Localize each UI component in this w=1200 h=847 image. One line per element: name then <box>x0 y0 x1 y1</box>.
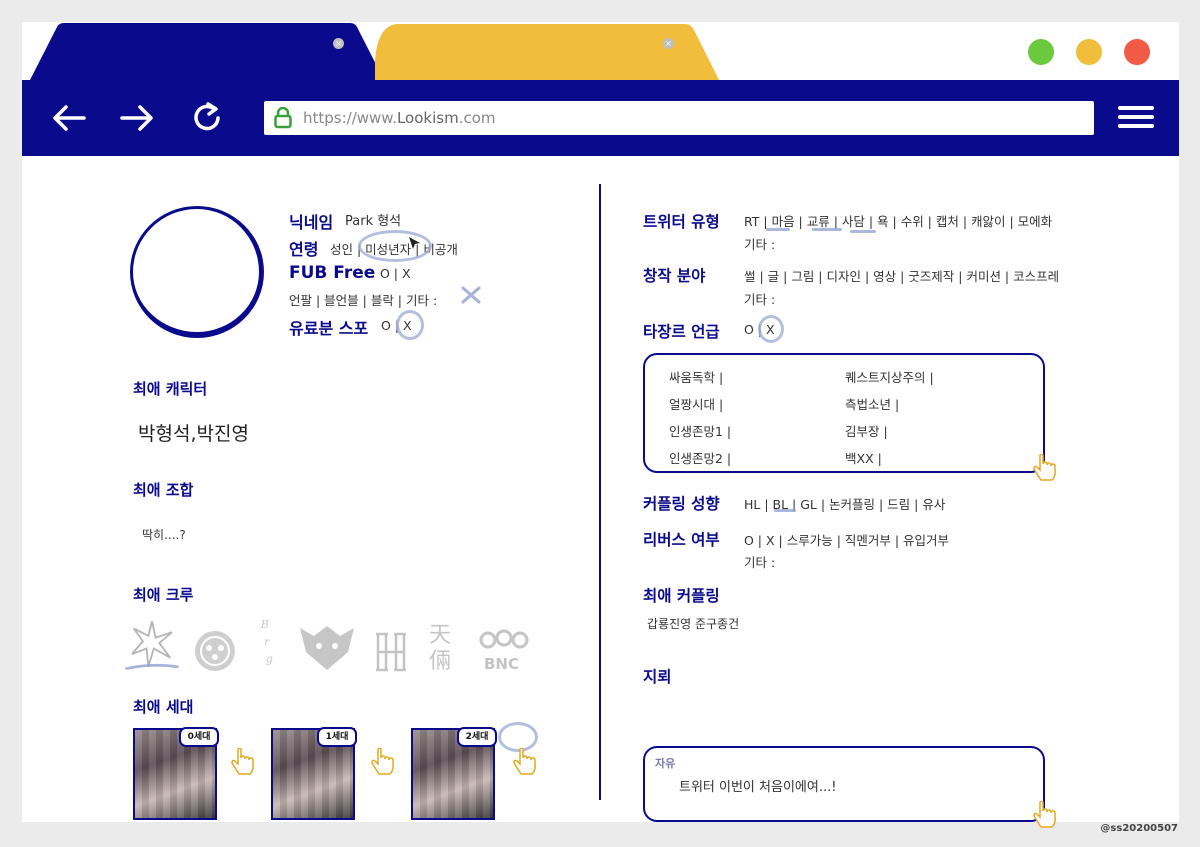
url-domain: Lookism <box>396 109 459 127</box>
crew-logo-3: B r g <box>260 618 273 665</box>
selection-underline <box>766 228 790 231</box>
profile-content: 닉네임 Park 형석 연령 성인 | 미성년자 | 비공개 FUB Free … <box>22 156 1179 828</box>
genre-item: 인생존망2 | <box>669 451 732 466</box>
address-bar[interactable]: https://www.Lookism.com <box>264 101 1094 135</box>
twitter-type-label: 트위터 유형 <box>643 213 720 231</box>
svg-text:g: g <box>266 652 273 665</box>
generation-badge-2[interactable]: 2세대 <box>457 727 497 747</box>
generation-card-1[interactable]: 1세대 <box>271 727 357 820</box>
nickname-value: Park 형석 <box>345 214 402 229</box>
svg-text:r: r <box>264 635 270 648</box>
pointer-hand-icon <box>1033 801 1056 828</box>
selection-underline <box>774 509 796 512</box>
tab-close-icon-2[interactable]: × <box>663 38 674 49</box>
fav-coupling-label: 최애 커플링 <box>643 587 720 605</box>
genre-item: 퀘스트지상주의 | <box>845 370 934 385</box>
bnc-text: BNC <box>484 655 519 673</box>
avatar <box>130 206 264 338</box>
fav-coupling-value: 갑룡진영 준구종건 <box>647 617 740 631</box>
age-label: 연령 <box>289 240 319 259</box>
fub-label: FUB Free <box>289 263 376 283</box>
generation-card-0[interactable]: 0세대 <box>133 727 219 820</box>
fub-detail: 언팔 | 블언블 | 블락 | 기타 : <box>289 293 438 308</box>
generation-badge-0[interactable]: 0세대 <box>179 727 219 747</box>
tab-second[interactable] <box>367 22 727 80</box>
generation-badge-1[interactable]: 1세대 <box>317 727 357 747</box>
selection-underline <box>812 228 842 231</box>
lock-icon <box>274 107 292 129</box>
free-text-box: 자유 트위터 이번이 처음이에여...! <box>643 746 1045 822</box>
nickname-label: 닉네임 <box>289 213 334 232</box>
svg-text:B: B <box>260 618 269 631</box>
creation-other: 기타 : <box>744 292 776 307</box>
genre-item: 백XX | <box>845 451 882 466</box>
crew-logo-7: BNC <box>479 629 529 673</box>
svg-text:天: 天 <box>429 623 451 648</box>
window-maximize-button[interactable] <box>1028 39 1054 65</box>
svg-text:倆: 倆 <box>429 649 451 674</box>
reverse-other: 기타 : <box>744 555 776 570</box>
url-prefix: https://www. <box>303 109 397 127</box>
pointer-hand-icon <box>371 748 394 775</box>
favorite-character-label: 최애 캐릭터 <box>133 380 208 398</box>
window-close-button[interactable] <box>1124 39 1150 65</box>
browser-toolbar: https://www.Lookism.com <box>22 80 1179 156</box>
genre-item: 측법소년 | <box>845 397 900 412</box>
creation-label: 창작 분야 <box>643 267 706 285</box>
favorite-crew-label: 최애 크루 <box>133 586 194 604</box>
column-divider <box>599 184 601 800</box>
spoiler-label: 유료분 스포 <box>289 319 369 338</box>
crew-logo-4 <box>300 626 354 670</box>
twitter-type-options: RT | 마음 | 교류 | 사담 | 욕 | 수위 | 캡처 | 캐앓이 | … <box>744 214 1053 229</box>
favorite-combo-label: 최애 조합 <box>133 481 194 499</box>
pointer-hand-icon <box>231 748 254 775</box>
tab-strip: × × <box>22 22 1179 80</box>
reverse-label: 리버스 여부 <box>643 531 720 549</box>
pointer-hand-icon <box>513 748 536 775</box>
favorite-combo-value: 딱히....? <box>142 528 186 542</box>
crew-logo-1 <box>125 621 179 670</box>
window-minimize-button[interactable] <box>1076 39 1102 65</box>
tab-lookism-active[interactable] <box>22 22 402 80</box>
url-suffix: .com <box>458 109 496 127</box>
free-value: 트위터 이번이 처음이에여...! <box>679 780 837 795</box>
selection-underline <box>850 230 876 233</box>
x-mark-icon <box>461 286 481 304</box>
other-genre-label: 타장르 언급 <box>643 323 720 341</box>
back-arrow-icon[interactable] <box>50 100 88 136</box>
favorite-character-value: 박형석,박진영 <box>138 423 249 445</box>
spoiler-selection-circle <box>396 310 424 340</box>
crew-logo-2 <box>195 631 235 671</box>
url-text: https://www.Lookism.com <box>303 109 496 127</box>
crew-logo-5 <box>376 632 406 672</box>
credit-text: @ss20200507 <box>1100 823 1178 834</box>
genre-item: 인생존망1 | <box>669 424 732 439</box>
cursor-arrow-icon <box>409 237 420 249</box>
genre-item: 얼짱시대 | <box>669 397 724 412</box>
landmine-label: 지뢰 <box>643 668 672 686</box>
crew-logo-6: 天 倆 <box>429 623 451 674</box>
fub-value: O | X <box>380 266 411 281</box>
coupling-label: 커플링 성향 <box>643 495 720 513</box>
refresh-icon[interactable] <box>188 100 226 136</box>
browser-window: × × https://www.Lookism.com 닉네임 Park 형석 … <box>22 22 1179 828</box>
genre-item: 싸움독학 | <box>669 370 724 385</box>
other-genre-list-box: 싸움독학 | 퀘스트지상주의 | 얼짱시대 | 측법소년 | 인생존망1 | 김… <box>643 353 1045 473</box>
favorite-generation-label: 최애 세대 <box>133 698 194 716</box>
reverse-options: O | X | 스루가능 | 직멘거부 | 유입거부 <box>744 533 950 548</box>
free-label: 자유 <box>655 757 676 770</box>
genre-item: 김부장 | <box>845 424 888 439</box>
twitter-type-other: 기타 : <box>744 237 776 252</box>
other-genre-selection-circle <box>758 315 784 343</box>
generation-card-2[interactable]: 2세대 <box>411 727 497 820</box>
creation-options: 썰 | 글 | 그림 | 디자인 | 영상 | 굿즈제작 | 커미션 | 코스프… <box>744 269 1060 284</box>
forward-arrow-icon[interactable] <box>118 100 156 136</box>
pointer-hand-icon <box>1033 454 1056 481</box>
hamburger-menu-icon[interactable] <box>1118 106 1154 132</box>
tab-close-icon[interactable]: × <box>333 38 344 49</box>
